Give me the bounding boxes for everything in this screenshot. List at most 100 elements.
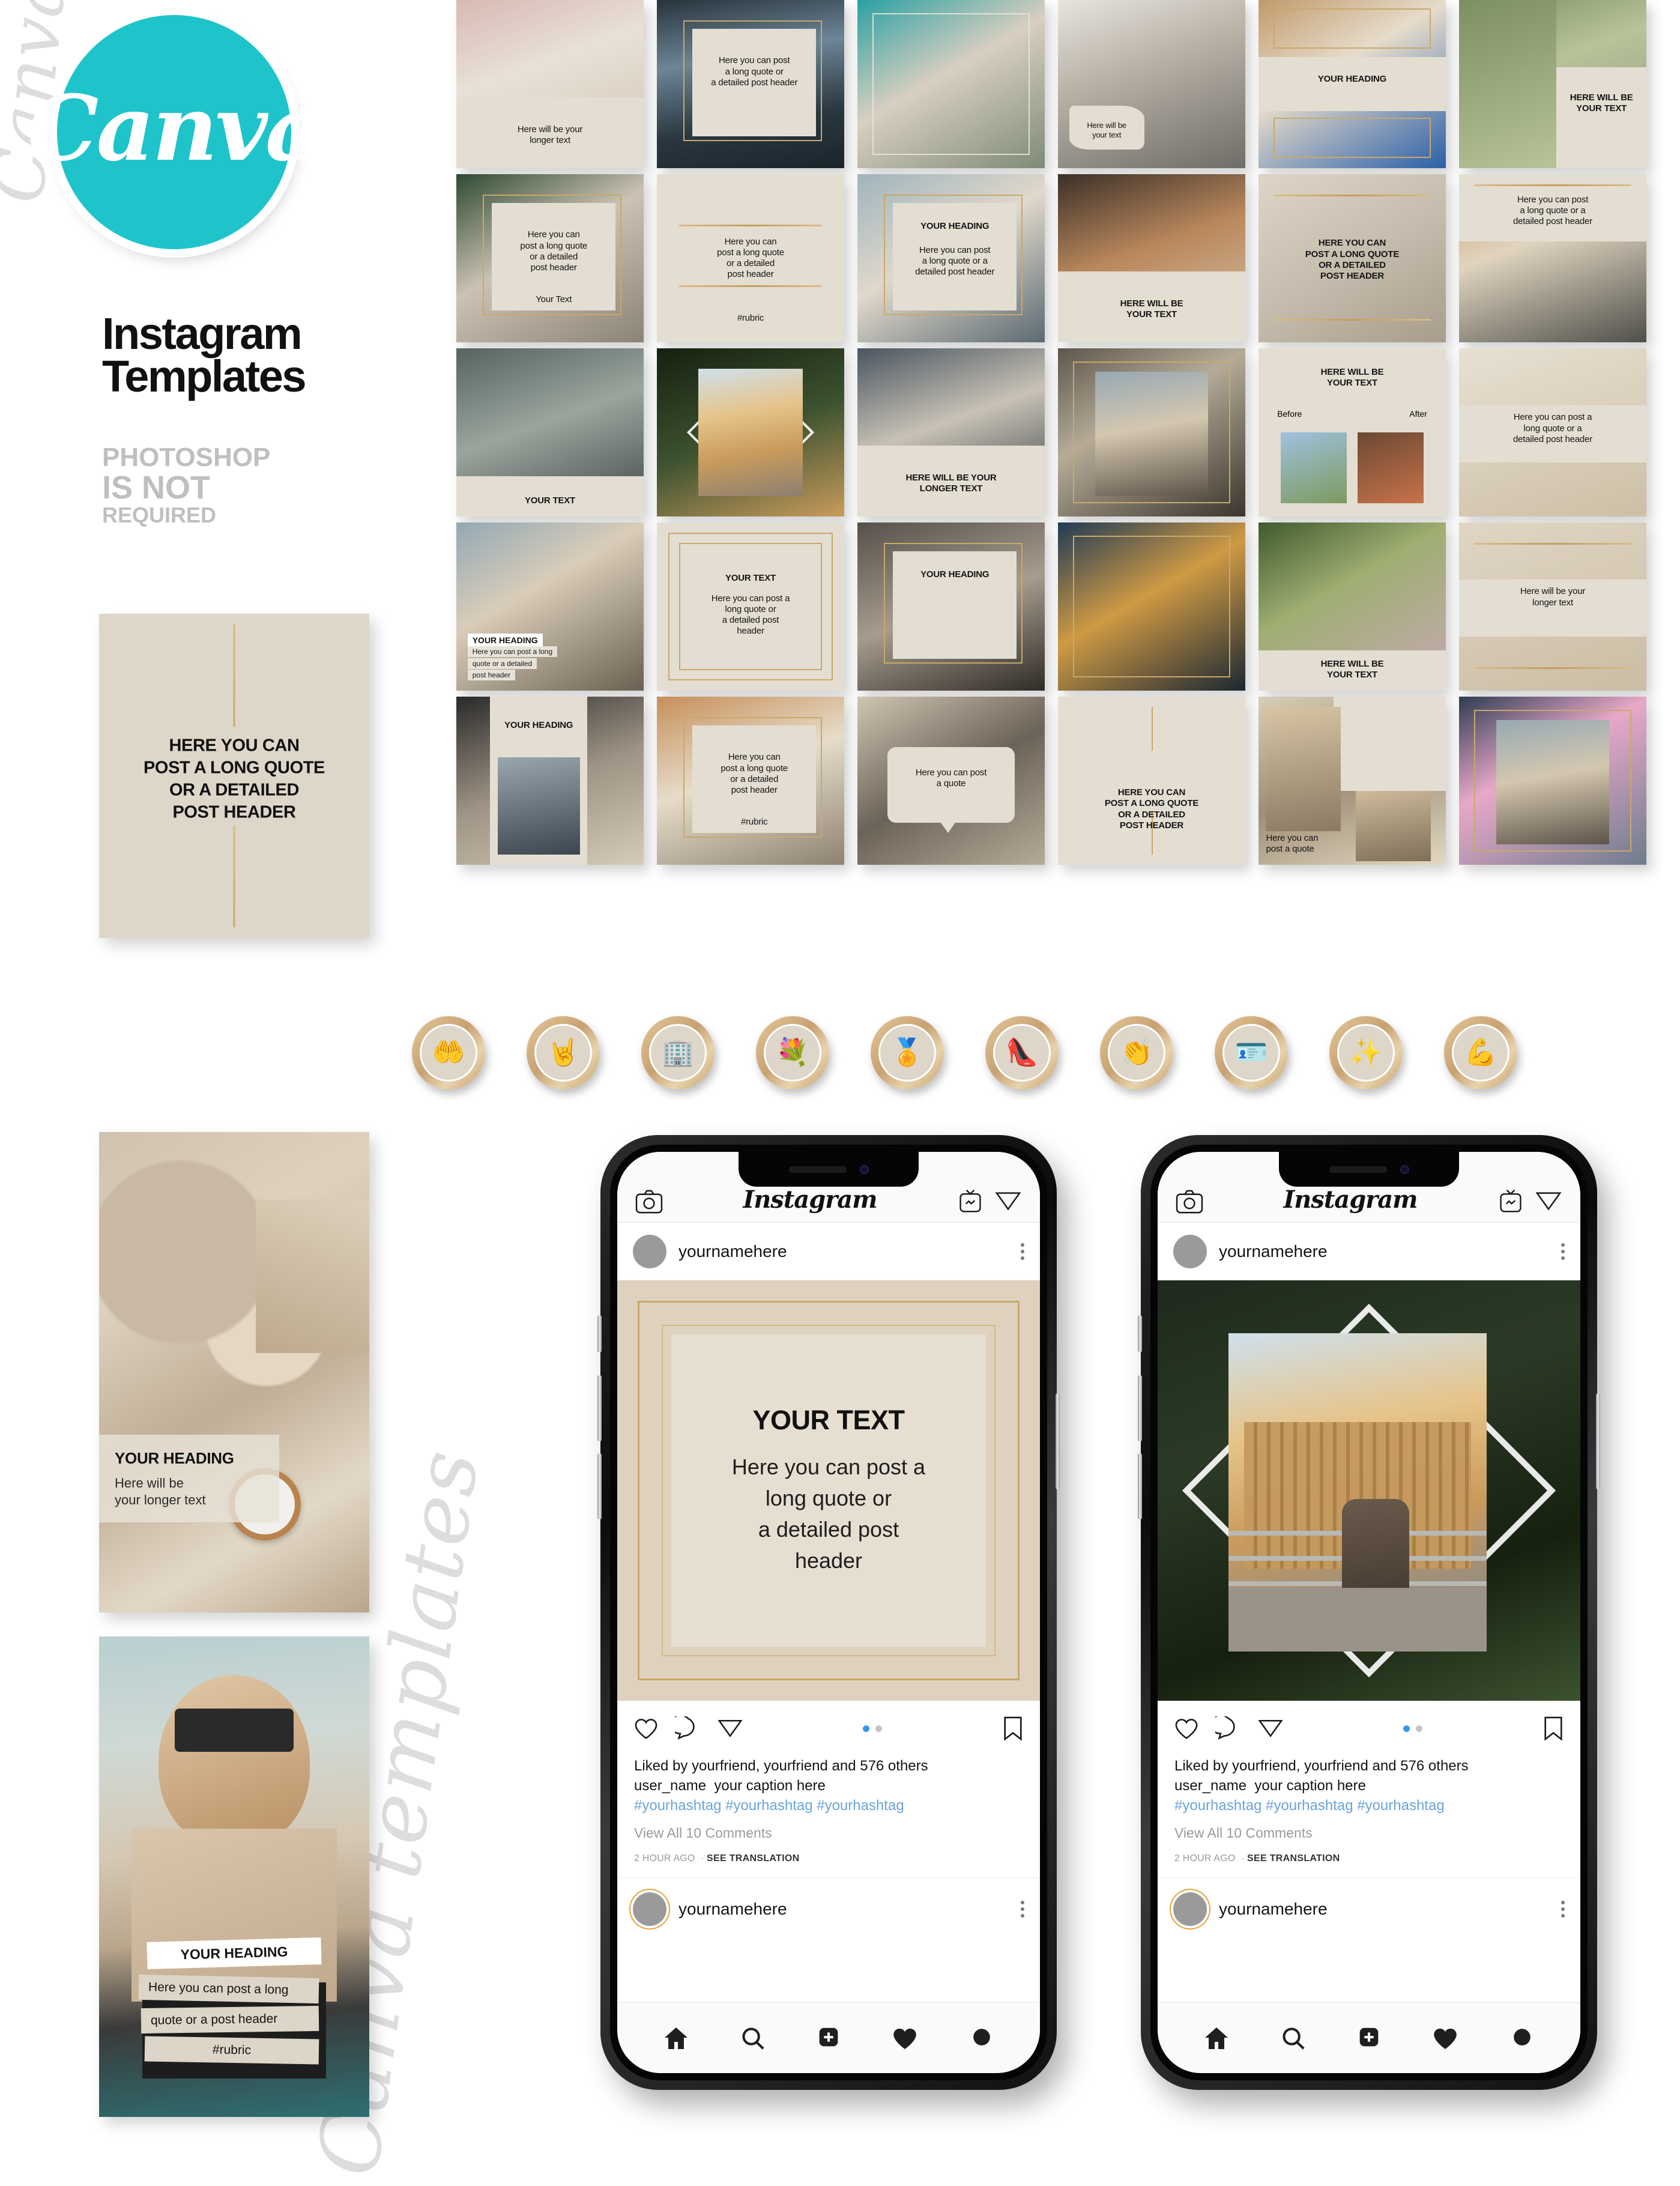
highlight-cover[interactable]: 🤘 [527, 1016, 600, 1089]
template-thumbnail[interactable] [1058, 522, 1245, 691]
template-thumbnail[interactable]: Here will be your text [1058, 0, 1245, 168]
footer-username[interactable]: yournamehere [1219, 1900, 1328, 1919]
template-thumbnail[interactable] [857, 0, 1045, 168]
template-thumbnail[interactable]: HERE WILL BE YOUR TEXT [1258, 522, 1446, 691]
highlight-cover[interactable]: 🏢 [641, 1016, 715, 1089]
post-username[interactable]: yournamehere [1219, 1242, 1328, 1261]
avatar[interactable] [1173, 1892, 1207, 1927]
heart-filled-icon[interactable] [1431, 2025, 1460, 2051]
template-thumbnail[interactable]: HERE WILL BE YOUR TEXT [1459, 0, 1646, 168]
avatar[interactable] [633, 1234, 666, 1268]
highlight-cover[interactable]: ✨ [1329, 1016, 1403, 1089]
bookmark-icon[interactable] [1542, 1716, 1565, 1741]
template-thumbnail[interactable]: Here will be your longer text [456, 0, 644, 168]
pager-dot[interactable] [1416, 1725, 1422, 1732]
send-icon[interactable] [1257, 1716, 1284, 1740]
see-translation-link[interactable]: SEE TRANSLATION [1247, 1853, 1340, 1864]
gold-accent-line-top [233, 625, 235, 727]
caption-username[interactable]: user_name [634, 1778, 706, 1794]
template-thumbnail[interactable]: Here you can post a long quote or a detail… [657, 174, 844, 342]
highlight-cover[interactable]: 🏅 [871, 1016, 944, 1089]
template-thumbnail[interactable]: Here you can post a long quote or a detail… [1459, 348, 1646, 516]
view-comments-link[interactable]: View All 10 Comments [634, 1825, 1023, 1841]
highlight-cover[interactable]: 🪪 [1215, 1016, 1288, 1089]
caption-hashtags[interactable]: #yourhashtag #yourhashtag #yourhashtag [634, 1796, 1023, 1815]
phone-right-volume-up-button[interactable] [1138, 1375, 1142, 1441]
template-thumbnail[interactable]: Here you can post a long quote or a detail… [657, 0, 844, 168]
home-icon[interactable] [1202, 2025, 1231, 2051]
template-thumbnail[interactable] [1058, 348, 1245, 516]
phone-right-power-button[interactable] [1596, 1393, 1600, 1489]
highlight-cover[interactable]: 🤲 [412, 1016, 485, 1089]
post-options-icon[interactable] [1561, 1243, 1565, 1260]
phone-right-mute-button[interactable] [1138, 1315, 1142, 1352]
template-thumbnail[interactable] [1459, 697, 1646, 865]
template-thumbnail[interactable]: Here you can post a long quote or a detail… [1459, 174, 1646, 342]
highlight-cover[interactable]: 👠 [985, 1016, 1059, 1089]
template-thumbnail[interactable]: YOUR HEADING [1258, 0, 1446, 168]
highlight-cover[interactable]: 💪 [1444, 1016, 1517, 1089]
heart-filled-icon[interactable] [890, 2025, 919, 2051]
post-username[interactable]: yournamehere [678, 1242, 787, 1261]
igtv-icon[interactable] [957, 1188, 984, 1214]
profile-icon[interactable] [1508, 2025, 1536, 2051]
phone-left-power-button[interactable] [1056, 1393, 1060, 1489]
send-icon[interactable] [1535, 1188, 1562, 1214]
template-thumbnail[interactable] [657, 348, 844, 516]
phone-left-volume-down-button[interactable] [597, 1453, 602, 1519]
igtv-icon[interactable] [1497, 1188, 1524, 1214]
highlight-cover[interactable]: 💐 [756, 1016, 829, 1089]
view-comments-link[interactable]: View All 10 Comments [1174, 1825, 1564, 1841]
search-icon[interactable] [739, 2025, 767, 2051]
add-post-icon[interactable] [1355, 2025, 1383, 2051]
home-icon[interactable] [662, 2025, 690, 2051]
post-options-icon[interactable] [1021, 1243, 1024, 1260]
phone-left-mute-button[interactable] [597, 1315, 602, 1352]
camera-icon[interactable] [635, 1190, 663, 1214]
template-thumbnail[interactable]: YOUR HEADING [456, 697, 644, 865]
highlight-cover[interactable]: 👏 [1100, 1016, 1173, 1089]
send-icon[interactable] [994, 1188, 1022, 1214]
template-thumbnail[interactable]: Here you can post a quote [857, 697, 1045, 865]
phone-left-volume-up-button[interactable] [597, 1375, 602, 1441]
template-thumbnail[interactable]: YOUR HEADING Here you can post a long quot… [456, 522, 644, 691]
template-thumbnail[interactable]: HERE YOU CAN POST A LONG QUOTE OR A DETAIL… [1058, 697, 1245, 865]
template-thumbnail[interactable]: HERE WILL BE YOUR TEXT [1058, 174, 1245, 342]
template-thumbnail[interactable]: HERE WILL BE YOUR LONGER TEXT [857, 348, 1045, 516]
template-thumbnail[interactable]: Here you can post a long quote or a detail… [657, 697, 844, 865]
inner-photo [497, 757, 580, 855]
caption-hashtags[interactable]: #yourhashtag #yourhashtag #yourhashtag [1174, 1796, 1564, 1815]
bookmark-icon[interactable] [1002, 1716, 1024, 1741]
template-thumbnail[interactable]: HERE WILL BE YOUR TEXT Before After [1258, 348, 1446, 516]
heart-outline-icon[interactable] [1173, 1716, 1200, 1740]
send-icon[interactable] [717, 1716, 743, 1740]
watch-overlay-heading: YOUR HEADING [115, 1449, 234, 1467]
footer-username[interactable]: yournamehere [678, 1900, 787, 1919]
template-thumbnail[interactable]: YOUR HEADING [857, 522, 1045, 691]
comment-icon[interactable] [675, 1716, 701, 1740]
search-icon[interactable] [1280, 2025, 1307, 2051]
template-thumbnail[interactable]: Here you can post a quote [1258, 697, 1446, 865]
add-post-icon[interactable] [815, 2025, 842, 2051]
template-thumbnail[interactable]: Here you can post a long quote or a detail… [456, 174, 644, 342]
template-thumbnail[interactable]: HERE YOU CAN POST A LONG QUOTE OR A DETAIL… [1258, 174, 1446, 342]
post-options-icon[interactable] [1561, 1901, 1565, 1918]
template-thumbnail[interactable]: Here will be your longer text [1459, 522, 1646, 691]
pager-dot-active[interactable] [863, 1725, 869, 1732]
post-options-icon[interactable] [1021, 1901, 1024, 1918]
template-thumbnail[interactable]: YOUR TEXT [456, 348, 644, 516]
heart-outline-icon[interactable] [633, 1716, 659, 1740]
avatar[interactable] [633, 1892, 666, 1927]
phone-right-volume-down-button[interactable] [1138, 1453, 1142, 1519]
template-thumbnail[interactable]: YOUR HEADING Here you can post a long quot… [857, 174, 1045, 342]
avatar[interactable] [1173, 1234, 1207, 1268]
caption-username[interactable]: user_name [1174, 1778, 1246, 1794]
see-translation-link[interactable]: SEE TRANSLATION [707, 1853, 799, 1864]
comment-icon[interactable] [1215, 1716, 1242, 1740]
quote-line-2: POST A LONG QUOTE [143, 758, 325, 778]
pager-dot[interactable] [875, 1725, 882, 1732]
pager-dot-active[interactable] [1403, 1725, 1410, 1732]
template-thumbnail[interactable]: YOUR TEXT Here you can post a long quote o… [657, 522, 844, 691]
camera-icon[interactable] [1176, 1190, 1203, 1214]
profile-icon[interactable] [968, 2025, 996, 2051]
